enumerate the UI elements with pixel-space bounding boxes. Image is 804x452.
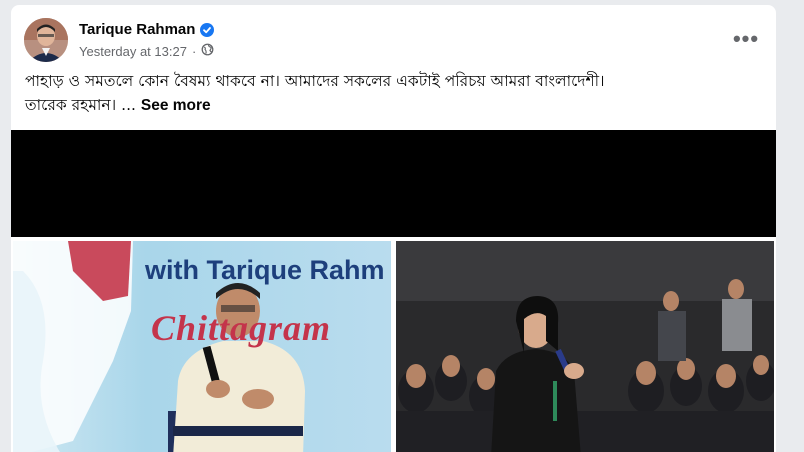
more-options-button[interactable]: ••• [728,25,764,53]
meta-separator: · [191,43,197,59]
banner-city: Chittagram [151,308,332,348]
verified-badge-icon [200,22,215,37]
avatar-photo [24,18,68,62]
see-more-link[interactable]: See more [141,97,211,114]
author-name[interactable]: Tarique Rahman [79,21,195,38]
globe-icon[interactable] [201,43,214,59]
avatar[interactable] [24,18,68,62]
post-card: Tarique Rahman Yesterday at 13:27 · ••• … [11,5,776,452]
media-photo-audience[interactable] [396,241,774,452]
post-timestamp[interactable]: Yesterday at 13:27 [79,44,187,59]
post-meta: Yesterday at 13:27 · [79,43,214,59]
author-row: Tarique Rahman [79,21,215,38]
post-text-line-2: তারেক রহমান। ... See more [25,93,765,118]
video-player[interactable] [11,130,776,237]
banner-title: with Tarique Rahm [145,255,385,285]
post-text-line-1: পাহাড় ও সমতলে কোন বৈষম্য থাকবে না। আমাদ… [25,72,605,90]
media-photo-speaker[interactable]: with Tarique Rahm Chittagram [13,241,391,452]
post-text: পাহাড় ও সমতলে কোন বৈষম্য থাকবে না। আমাদ… [25,69,765,118]
post-text-line-2-text: তারেক রহমান। ... [25,96,136,114]
audience-scene [396,241,774,452]
